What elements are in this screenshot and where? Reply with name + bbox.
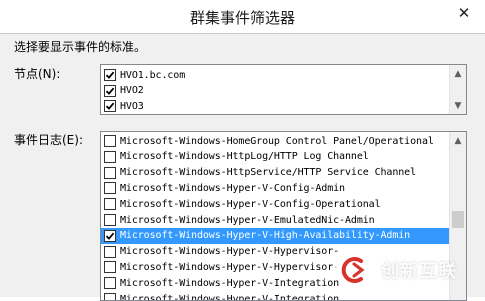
watermark: 创新互联 (333, 245, 483, 295)
checkbox[interactable] (104, 151, 116, 163)
list-item-label: Microsoft-Windows-HttpService/HTTP Servi… (120, 167, 416, 178)
checkbox[interactable] (104, 261, 116, 273)
list-item-label: Microsoft-Windows-HomeGroup Control Pane… (120, 136, 434, 147)
checkbox[interactable] (104, 167, 116, 179)
checkmark-icon (105, 70, 115, 80)
list-item[interactable]: Microsoft-Windows-Hyper-V-Config-Admin (101, 180, 449, 196)
checkbox[interactable] (104, 135, 116, 147)
close-icon: ✕ (458, 4, 471, 22)
window-title: 群集事件筛选器 (0, 7, 485, 28)
watermark-logo-icon (333, 249, 375, 291)
checkbox[interactable] (104, 246, 116, 258)
instruction-text: 选择要显示事件的标准。 (14, 38, 146, 55)
list-item-label: HVO3 (120, 101, 144, 112)
list-item[interactable]: HVO3 (101, 98, 449, 114)
list-item[interactable]: Microsoft-Windows-HomeGroup Control Pane… (101, 133, 449, 149)
checkbox[interactable] (104, 85, 116, 97)
list-item[interactable]: Microsoft-Windows-Hyper-V-EmulatedNic-Ad… (101, 212, 449, 228)
scroll-down-icon[interactable]: ▼ (450, 97, 466, 114)
checkbox[interactable] (104, 293, 116, 301)
scroll-up-icon[interactable]: ▲ (450, 65, 466, 82)
nodes-label: 节点(N): (14, 65, 60, 82)
list-item-label: Microsoft-Windows-Hyper-V-Config-Operati… (120, 199, 381, 210)
list-item-label: HVO2 (120, 85, 144, 96)
title-bar: 群集事件筛选器 ✕ (0, 0, 485, 34)
checkmark-icon (105, 86, 115, 96)
close-button[interactable]: ✕ (443, 0, 485, 26)
list-item[interactable]: Microsoft-Windows-HttpService/HTTP Servi… (101, 165, 449, 181)
nodes-scrollbar[interactable]: ▲ ▼ (449, 65, 466, 114)
checkbox[interactable] (104, 100, 116, 112)
list-item-label: Microsoft-Windows-Hyper-V-Integration (120, 294, 339, 301)
checkbox[interactable] (104, 230, 116, 242)
event-logs-label: 事件日志(E): (14, 131, 83, 148)
list-item-label: HVO1.bc.com (120, 70, 185, 81)
list-item-label: Microsoft-Windows-Hyper-V-Hypervisor- (120, 246, 339, 257)
scrollbar-thumb[interactable] (452, 211, 464, 228)
list-item-label: Microsoft-Windows-Hyper-V-Integration (120, 278, 339, 289)
nodes-listbox[interactable]: HVO1.bc.com HVO2 HVO3 ▲ ▼ (100, 64, 467, 115)
list-item-label: Microsoft-Windows-Hyper-V-High-Availabil… (120, 230, 410, 241)
list-item[interactable]: Microsoft-Windows-Hyper-V-High-Availabil… (101, 228, 449, 244)
dialog-body: 选择要显示事件的标准。 节点(N): HVO1.bc.com HVO2 HVO3 ▲… (0, 34, 485, 297)
list-item[interactable]: HVO2 (101, 83, 449, 99)
list-item-label: Microsoft-Windows-Hyper-V-Hypervisor- (120, 262, 339, 273)
list-item[interactable]: Microsoft-Windows-HttpLog/HTTP Log Chann… (101, 149, 449, 165)
scroll-up-icon[interactable]: ▲ (450, 132, 466, 149)
list-item-label: Microsoft-Windows-Hyper-V-EmulatedNic-Ad… (120, 215, 375, 226)
checkbox[interactable] (104, 182, 116, 194)
checkbox[interactable] (104, 214, 116, 226)
watermark-text: 创新互联 (381, 257, 457, 283)
checkmark-icon (105, 231, 115, 241)
list-item[interactable]: HVO1.bc.com (101, 67, 449, 83)
checkmark-icon (105, 101, 115, 111)
checkbox[interactable] (104, 277, 116, 289)
list-item-label: Microsoft-Windows-HttpLog/HTTP Log Chann… (120, 151, 369, 162)
list-item[interactable]: Microsoft-Windows-Hyper-V-Config-Operati… (101, 196, 449, 212)
list-item-label: Microsoft-Windows-Hyper-V-Config-Admin (120, 183, 345, 194)
checkbox[interactable] (104, 69, 116, 81)
checkbox[interactable] (104, 198, 116, 210)
